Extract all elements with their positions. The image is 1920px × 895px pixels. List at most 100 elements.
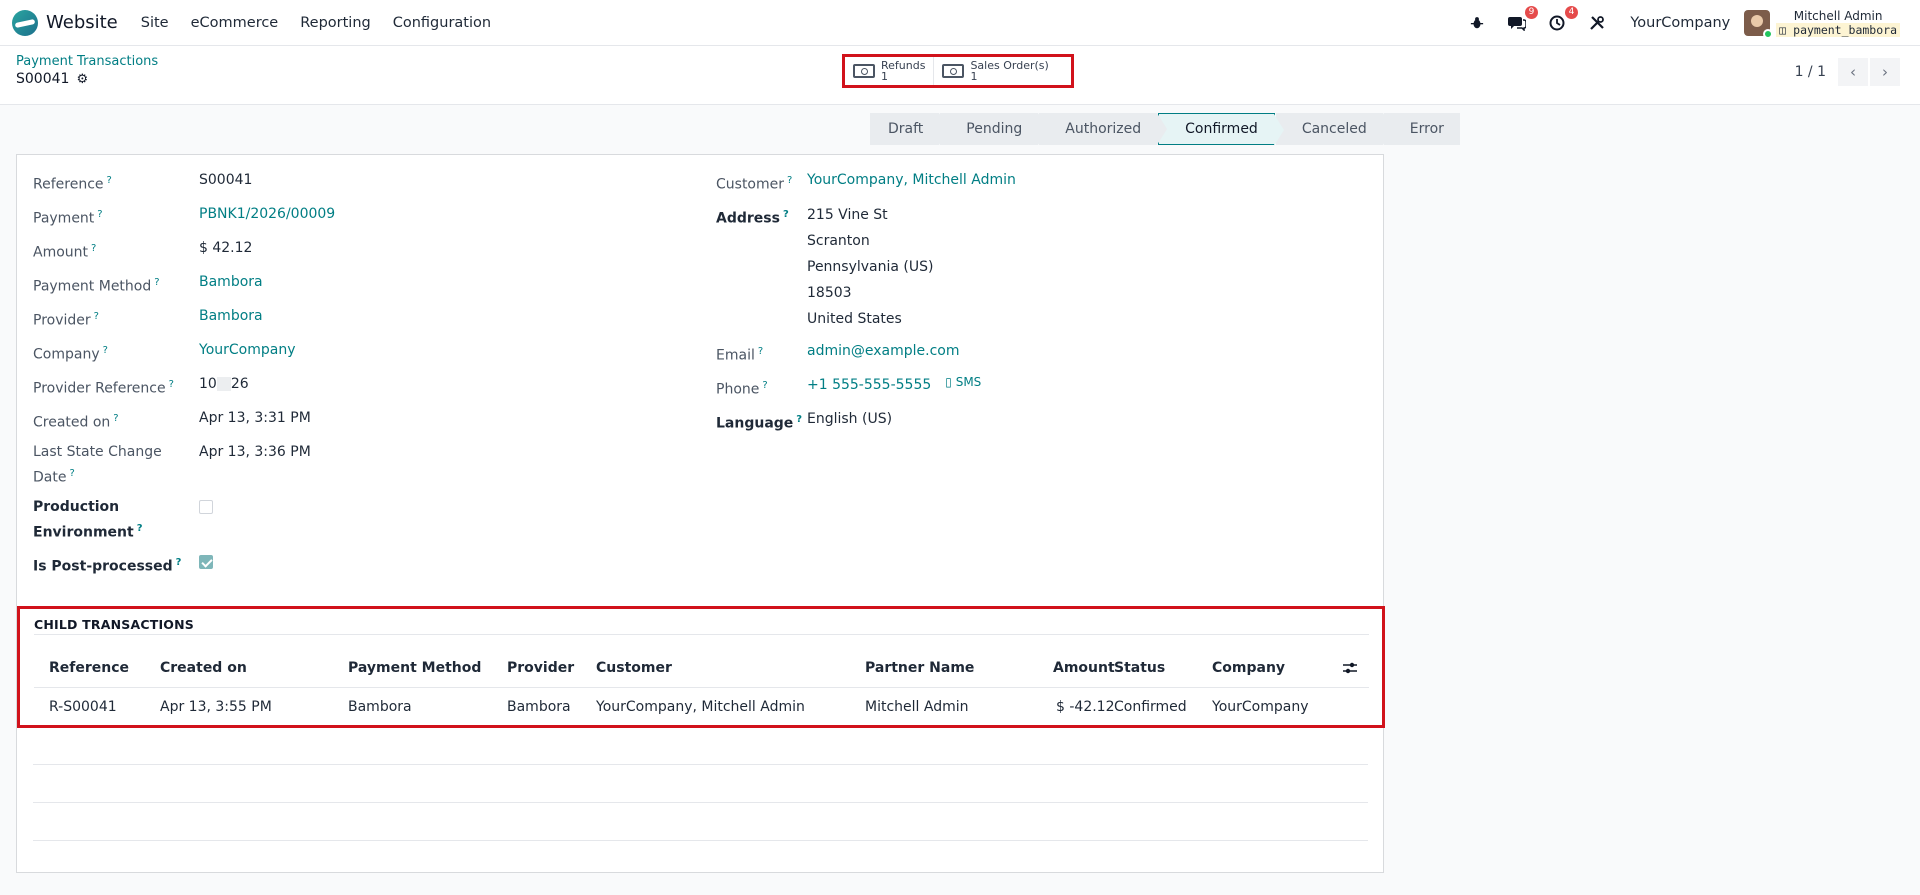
chevron-right-icon: › — [1882, 63, 1888, 81]
pager: 1 / 1 ‹ › — [1795, 58, 1900, 86]
messages-icon[interactable]: 9 — [1506, 6, 1539, 34]
activities-badge: 4 — [1564, 6, 1579, 19]
is-post-processed-checkbox[interactable] — [199, 555, 213, 569]
app-name: Website — [46, 12, 118, 33]
email-link[interactable]: admin@example.com — [807, 341, 959, 367]
column-header-payment-method[interactable]: Payment Method — [348, 660, 481, 676]
refunds-smart-button[interactable]: Refunds 1 — [845, 57, 935, 85]
online-status-icon — [1763, 29, 1774, 39]
customer-label: Customer? — [716, 175, 793, 193]
breadcrumb-parent-link[interactable]: Payment Transactions — [16, 54, 158, 69]
sales-orders-label: Sales Order(s) — [970, 59, 1049, 72]
cell-created-on[interactable]: Apr 13, 3:55 PM — [160, 699, 272, 715]
stage-authorized[interactable]: Authorized — [1039, 113, 1168, 145]
user-name: Mitchell Admin — [1793, 9, 1883, 23]
provider-reference-value[interactable]: 10 26 — [199, 374, 249, 400]
address-value[interactable]: 215 Vine St Scranton Pennsylvania (US) 1… — [807, 202, 934, 332]
systray: 9 4 YourCompany Mitchell Admin ◫ payment… — [1448, 0, 1900, 46]
stage-confirmed[interactable]: Confirmed — [1158, 113, 1284, 146]
stage-draft[interactable]: Draft — [870, 113, 950, 145]
customer-link[interactable]: YourCompany, Mitchell Admin — [807, 170, 1016, 196]
menu-item-ecommerce[interactable]: eCommerce — [180, 15, 290, 31]
list-empty-row — [33, 764, 1368, 765]
menu-item-configuration[interactable]: Configuration — [382, 15, 502, 31]
cell-company[interactable]: YourCompany — [1212, 699, 1309, 715]
column-header-created-on[interactable]: Created on — [160, 660, 247, 676]
field-reference: Reference? S00041 — [33, 170, 252, 196]
phone-link[interactable]: +1 555-555-5555 — [807, 375, 931, 401]
provider-link[interactable]: Bambora — [199, 306, 263, 332]
payment-method-link[interactable]: Bambora — [199, 272, 263, 298]
payment-label: Payment? — [33, 209, 103, 227]
stage-pending[interactable]: Pending — [940, 113, 1049, 145]
child-transactions-section: CHILD TRANSACTIONS Reference Created on … — [17, 606, 1385, 728]
sms-button[interactable]: ▯ SMS — [945, 375, 981, 401]
stage-label: Draft — [888, 121, 924, 137]
address-country: United States — [807, 311, 902, 327]
provider-label: Provider? — [33, 311, 99, 329]
gear-icon[interactable]: ⚙ — [76, 72, 88, 87]
production-environment-checkbox[interactable] — [199, 500, 213, 514]
cell-reference[interactable]: R-S00041 — [49, 699, 117, 715]
column-header-reference[interactable]: Reference — [49, 660, 129, 676]
payment-method-label: Payment Method? — [33, 277, 160, 295]
field-provider: Provider? Bambora — [33, 306, 263, 332]
status-bar: Draft Pending Authorized Confirmed Cance… — [870, 113, 1461, 146]
reference-label: Reference? — [33, 175, 112, 193]
sales-orders-count: 1 — [970, 70, 978, 83]
payment-link[interactable]: PBNK1/2026/00009 — [199, 204, 335, 230]
website-logo-icon — [12, 9, 38, 36]
messages-badge: 9 — [1524, 6, 1539, 19]
cell-partner-name[interactable]: Mitchell Admin — [865, 699, 969, 715]
company-switcher[interactable]: YourCompany — [1630, 15, 1730, 31]
field-email: Email? admin@example.com — [716, 341, 959, 367]
language-value[interactable]: English (US) — [807, 409, 892, 435]
cell-customer[interactable]: YourCompany, Mitchell Admin — [596, 699, 805, 715]
last-state-change-value[interactable]: Apr 13, 3:36 PM — [199, 442, 311, 489]
list-empty-row — [33, 840, 1368, 841]
company-link[interactable]: YourCompany — [199, 340, 296, 366]
user-menu[interactable]: Mitchell Admin ◫ payment_bambora — [1744, 9, 1900, 39]
smart-buttons-box: Refunds 1 Sales Order(s) 1 — [842, 54, 1074, 88]
column-header-status[interactable]: Status — [1114, 660, 1165, 676]
column-header-amount[interactable]: Amount — [1053, 660, 1115, 676]
database-icon: ◫ — [1779, 23, 1787, 37]
sms-label: SMS — [955, 375, 982, 389]
bug-icon[interactable] — [1466, 12, 1488, 34]
field-production-environment: Production Environment? — [33, 497, 213, 544]
column-header-customer[interactable]: Customer — [596, 660, 672, 676]
column-header-provider[interactable]: Provider — [507, 660, 574, 676]
sales-orders-smart-button[interactable]: Sales Order(s) 1 — [934, 57, 1056, 85]
app-logo[interactable]: Website — [12, 9, 118, 36]
amount-value[interactable]: $ 42.12 — [199, 238, 252, 264]
pager-previous-button[interactable]: ‹ — [1838, 58, 1868, 86]
cell-amount[interactable]: $ -42.12 — [1056, 699, 1115, 715]
column-header-company[interactable]: Company — [1212, 660, 1285, 676]
reference-value[interactable]: S00041 — [199, 170, 252, 196]
address-zip: 18503 — [807, 285, 852, 301]
stage-canceled[interactable]: Canceled — [1275, 113, 1393, 145]
created-on-label: Created on? — [33, 413, 119, 431]
pager-next-button[interactable]: › — [1870, 58, 1900, 86]
field-payment: Payment? PBNK1/2026/00009 — [33, 204, 335, 230]
cell-provider[interactable]: Bambora — [507, 699, 571, 715]
tools-icon[interactable] — [1586, 12, 1608, 34]
menu-item-reporting[interactable]: Reporting — [289, 15, 382, 31]
field-language: Language? English (US) — [716, 409, 892, 435]
main-menu: Site eCommerce Reporting Configuration — [130, 15, 502, 31]
field-provider-reference: Provider Reference? 10 26 — [33, 374, 249, 400]
field-amount: Amount? $ 42.12 — [33, 238, 252, 264]
database-name: ◫ payment_bambora — [1776, 23, 1900, 37]
child-transactions-title: CHILD TRANSACTIONS — [34, 617, 194, 632]
cell-status[interactable]: Confirmed — [1114, 699, 1187, 715]
cell-payment-method[interactable]: Bambora — [348, 699, 412, 715]
field-address: Address? 215 Vine St Scranton Pennsylvan… — [716, 204, 934, 332]
activities-clock-icon[interactable]: 4 — [1546, 6, 1579, 34]
stage-error[interactable]: Error — [1383, 113, 1460, 145]
optional-columns-icon[interactable] — [1342, 660, 1358, 676]
menu-item-site[interactable]: Site — [130, 15, 180, 31]
column-header-partner-name[interactable]: Partner Name — [865, 660, 974, 676]
money-icon — [942, 64, 965, 78]
pager-value[interactable]: 1 / 1 — [1795, 64, 1826, 80]
created-on-value[interactable]: Apr 13, 3:31 PM — [199, 408, 311, 434]
